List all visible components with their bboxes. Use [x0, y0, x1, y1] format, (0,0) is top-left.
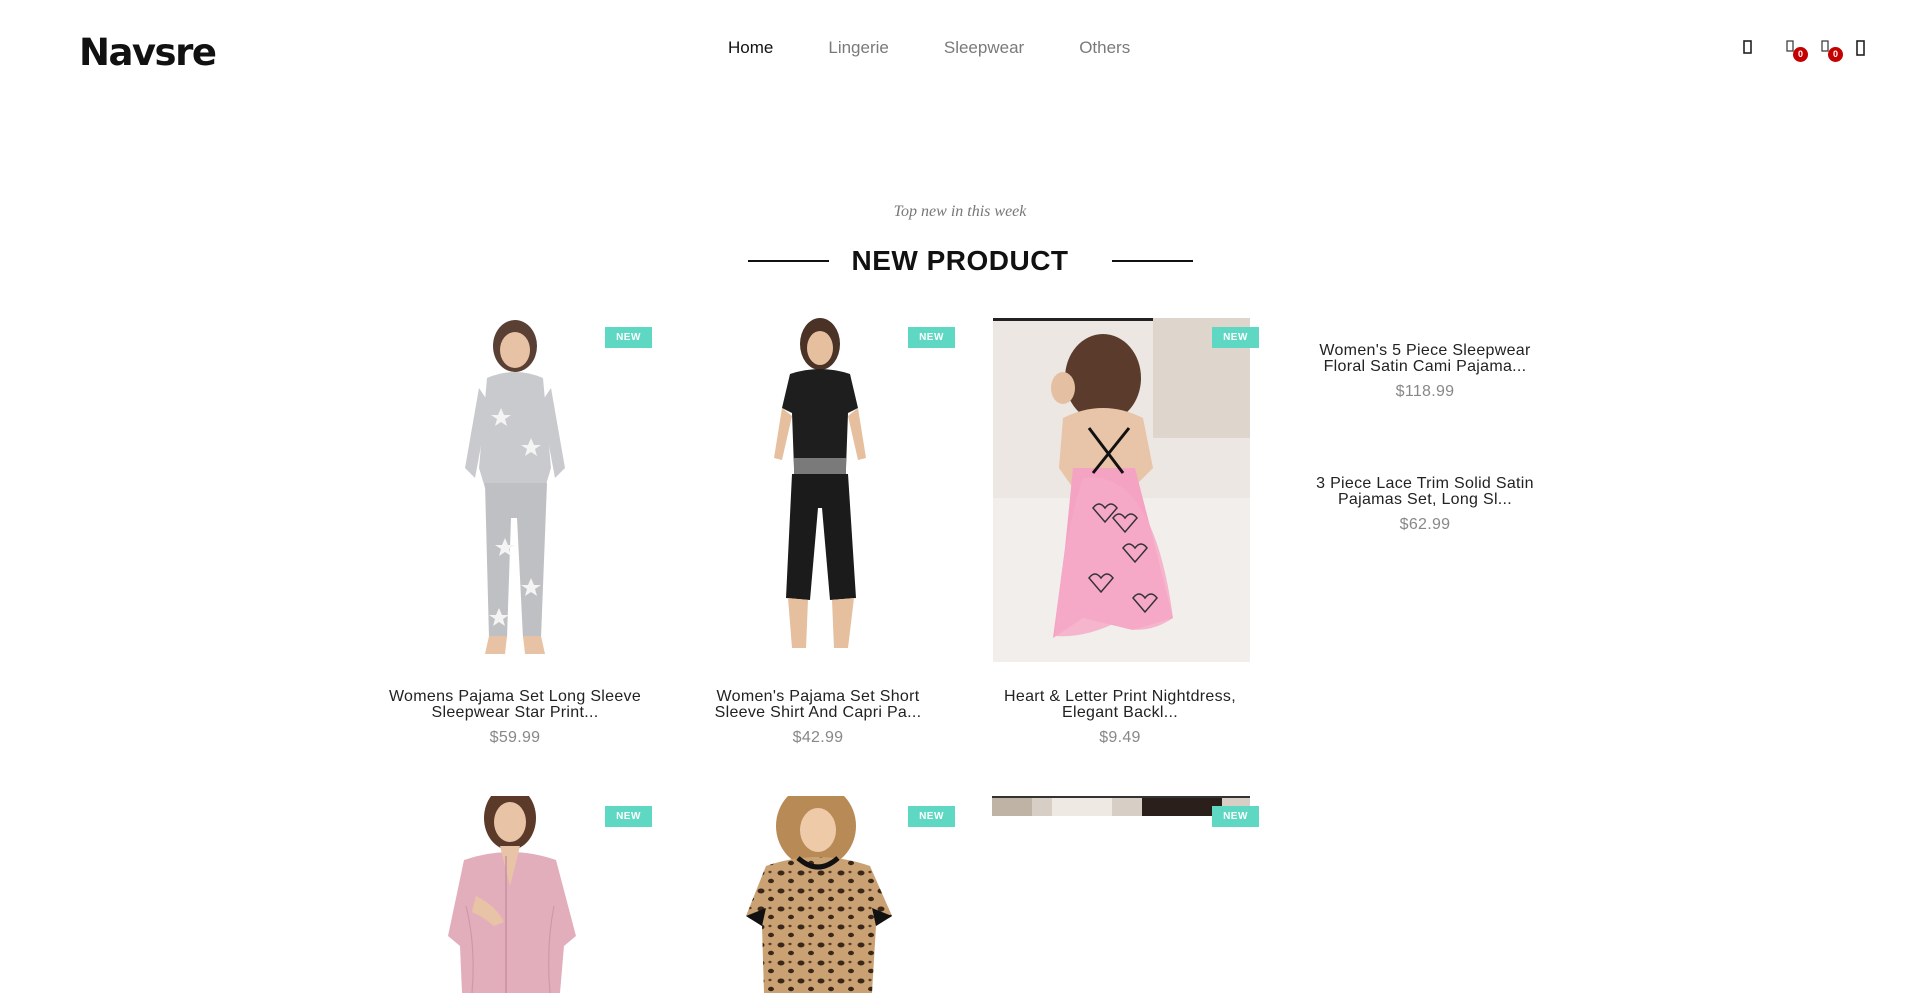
- product-image[interactable]: [736, 796, 902, 993]
- new-badge: NEW: [908, 327, 955, 348]
- menu-button[interactable]: [1853, 36, 1875, 62]
- product-card[interactable]: NEW: [668, 796, 968, 993]
- wishlist-count-badge: 0: [1793, 47, 1808, 62]
- product-name-line[interactable]: Floral Satin Cami Pajama...: [1275, 359, 1575, 375]
- product-name-line[interactable]: Women's 5 Piece Sleepwear: [1275, 343, 1575, 359]
- section-heading: NEW PRODUCT: [0, 243, 1920, 279]
- product-price: $42.99: [792, 729, 844, 746]
- product-image[interactable]: [993, 318, 1250, 662]
- product-card[interactable]: NEW Women's Pajama Set Short Sleeve Shir…: [668, 318, 968, 758]
- wishlist-button[interactable]: 0: [1783, 36, 1808, 62]
- product-name-line[interactable]: 3 Piece Lace Trim Solid Satin: [1275, 476, 1575, 492]
- product-name-line[interactable]: Pajamas Set, Long Sl...: [1275, 492, 1575, 508]
- cart-button[interactable]: 0: [1818, 36, 1843, 62]
- side-product-price: $62.99: [1399, 516, 1451, 533]
- side-product-price: $118.99: [1395, 383, 1455, 400]
- new-badge: NEW: [605, 806, 652, 827]
- product-name[interactable]: Women's Pajama Set Short Sleeve Shirt An…: [668, 689, 968, 721]
- new-badge: NEW: [1212, 806, 1259, 827]
- product-name-line[interactable]: Elegant Backl...: [970, 705, 1270, 721]
- search-button[interactable]: [1740, 36, 1762, 62]
- side-product-item[interactable]: Women's 5 Piece Sleepwear Floral Satin C…: [1275, 343, 1575, 401]
- product-name[interactable]: Womens Pajama Set Long Sleeve Sleepwear …: [365, 689, 665, 721]
- section-subtitle: Top new in this week: [893, 203, 1027, 220]
- title-divider-right: [1112, 260, 1193, 262]
- side-product-name[interactable]: Women's 5 Piece Sleepwear Floral Satin C…: [1275, 343, 1575, 375]
- side-product-name[interactable]: 3 Piece Lace Trim Solid Satin Pajamas Se…: [1275, 476, 1575, 508]
- product-name[interactable]: Heart & Letter Print Nightdress, Elegant…: [970, 689, 1270, 721]
- product-name-line[interactable]: Womens Pajama Set Long Sleeve: [365, 689, 665, 705]
- side-product-item[interactable]: 3 Piece Lace Trim Solid Satin Pajamas Se…: [1275, 476, 1575, 534]
- product-card[interactable]: NEW Womens Pajama Set Long Sleeve Sleepw…: [365, 318, 665, 758]
- product-name-line[interactable]: Sleepwear Star Print...: [365, 705, 665, 721]
- product-name-line[interactable]: Sleeve Shirt And Capri Pa...: [668, 705, 968, 721]
- product-card[interactable]: NEW Heart & Letter Print Nightdress, Ele…: [970, 318, 1270, 758]
- product-card[interactable]: NEW: [970, 796, 1270, 993]
- product-card[interactable]: NEW: [365, 796, 665, 993]
- menu-icon: [1856, 40, 1865, 56]
- product-name-line[interactable]: Heart & Letter Print Nightdress,: [970, 689, 1270, 705]
- header-icons: 0 0: [0, 36, 1920, 66]
- product-price: $9.49: [1099, 729, 1141, 746]
- product-image[interactable]: [748, 318, 888, 662]
- product-image[interactable]: [436, 796, 594, 993]
- product-price: $59.99: [489, 729, 541, 746]
- cart-count-badge: 0: [1828, 47, 1843, 62]
- new-badge: NEW: [1212, 327, 1259, 348]
- new-badge: NEW: [908, 806, 955, 827]
- new-badge: NEW: [605, 327, 652, 348]
- section-title: NEW PRODUCT: [851, 245, 1069, 276]
- search-icon: [1743, 40, 1752, 54]
- site-header: Navsre Home Lingerie Sleepwear Others 0 …: [0, 0, 1920, 100]
- product-image[interactable]: [435, 318, 595, 662]
- product-name-line[interactable]: Women's Pajama Set Short: [668, 689, 968, 705]
